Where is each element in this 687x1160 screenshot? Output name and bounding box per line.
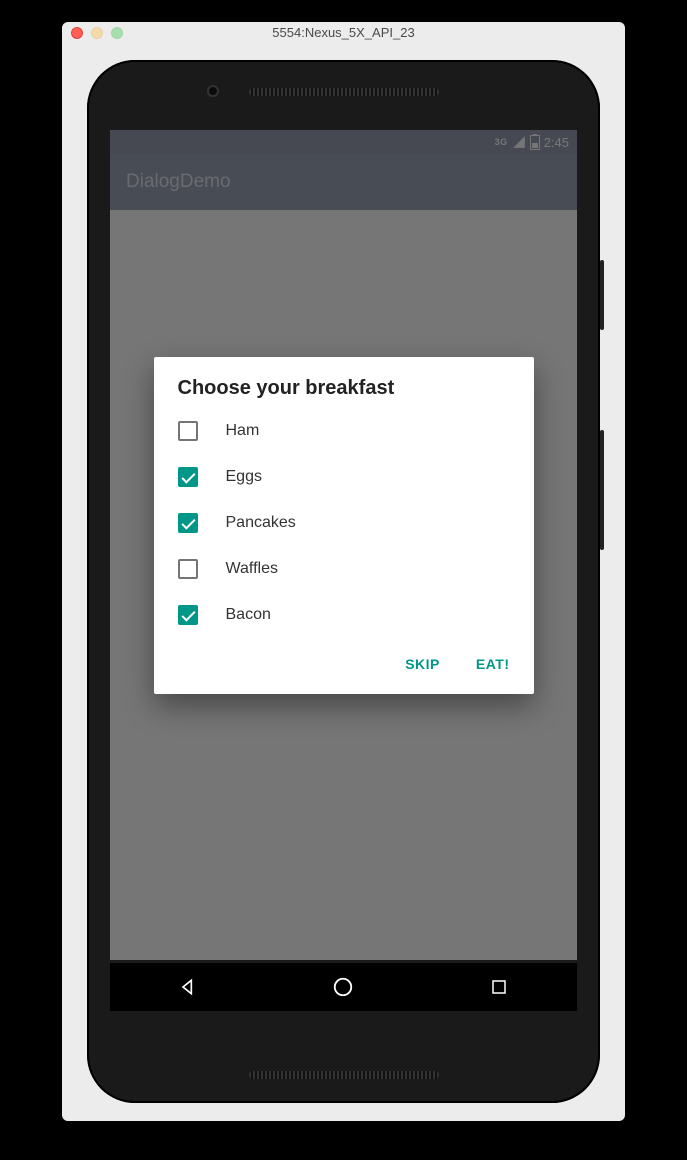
breakfast-dialog: Choose your breakfast Ham Eggs Pancakes [154, 357, 534, 694]
phone-frame: 3G 2:45 DialogDemo Choose your breakfast… [87, 60, 600, 1103]
android-navbar [110, 963, 577, 1011]
volume-button [600, 430, 604, 550]
option-label: Waffles [226, 560, 278, 578]
skip-button[interactable]: SKIP [399, 648, 446, 680]
checkbox-icon[interactable] [178, 605, 198, 625]
dialog-title: Choose your breakfast [154, 377, 534, 408]
checkbox-icon[interactable] [178, 559, 198, 579]
option-label: Bacon [226, 606, 271, 624]
option-label: Eggs [226, 468, 262, 486]
power-button [600, 260, 604, 330]
recents-icon[interactable] [488, 976, 510, 998]
mac-titlebar: 5554:Nexus_5X_API_23 [62, 22, 625, 44]
checkbox-icon[interactable] [178, 513, 198, 533]
dialog-scrim[interactable]: Choose your breakfast Ham Eggs Pancakes [110, 130, 577, 960]
option-bacon[interactable]: Bacon [154, 592, 534, 638]
option-eggs[interactable]: Eggs [154, 454, 534, 500]
emulator-title: 5554:Nexus_5X_API_23 [62, 25, 625, 40]
camera-icon [207, 85, 219, 97]
option-pancakes[interactable]: Pancakes [154, 500, 534, 546]
option-waffles[interactable]: Waffles [154, 546, 534, 592]
back-icon[interactable] [177, 976, 199, 998]
option-label: Ham [226, 422, 260, 440]
speaker-icon [249, 1071, 439, 1079]
dialog-actions: SKIP EAT! [154, 638, 534, 694]
option-label: Pancakes [226, 514, 296, 532]
checkbox-icon[interactable] [178, 467, 198, 487]
home-icon[interactable] [332, 976, 354, 998]
earpiece-icon [249, 88, 439, 96]
option-ham[interactable]: Ham [154, 408, 534, 454]
checkbox-icon[interactable] [178, 421, 198, 441]
emulator-window: 5554:Nexus_5X_API_23 3G 2:45 DialogDemo … [62, 22, 625, 1121]
device-screen: 3G 2:45 DialogDemo Choose your breakfast… [110, 130, 577, 960]
eat-button[interactable]: EAT! [470, 648, 516, 680]
